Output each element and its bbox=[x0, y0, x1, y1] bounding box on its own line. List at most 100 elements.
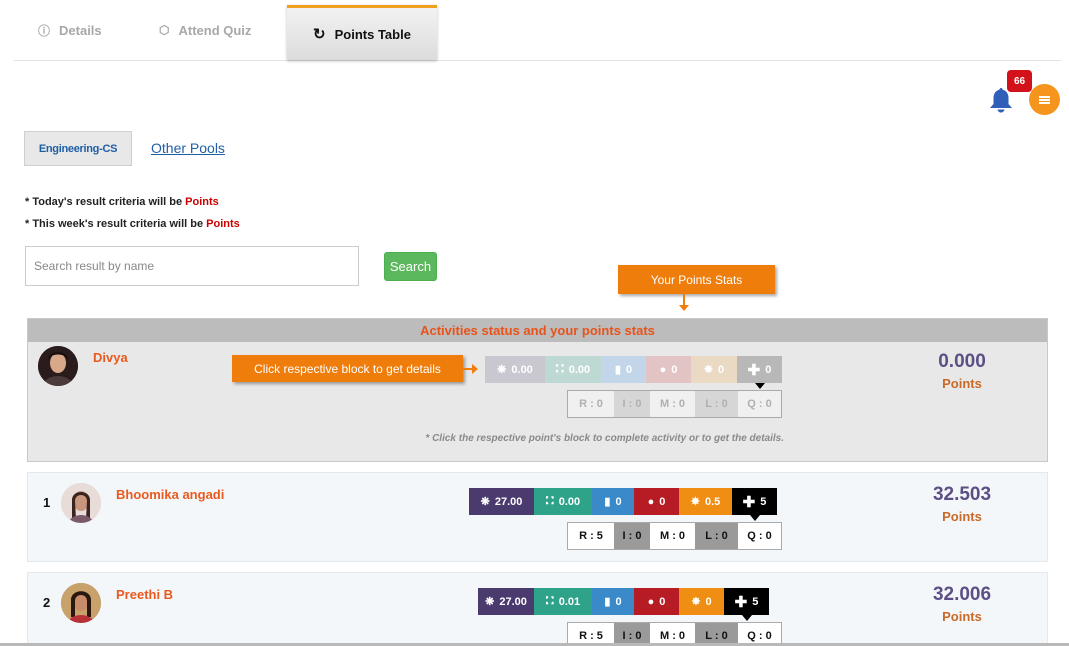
trophy-icon: ⛚ bbox=[545, 595, 554, 607]
today-criteria: * Today's result criteria will be Points bbox=[25, 196, 219, 208]
sub-m[interactable]: M : 0 bbox=[650, 391, 695, 417]
search-button[interactable]: Search bbox=[384, 252, 437, 281]
cube-icon: ❋ bbox=[485, 596, 495, 608]
plus-points-block[interactable]: ✚ 5 bbox=[724, 588, 769, 621]
panel-note: * Click the respective point's block to … bbox=[425, 433, 784, 444]
my-stat-blocks: ❋ 0.00 ⛚ 0.00 ▮ 0 ● 0 ✸ 0 ✚ 0 bbox=[485, 356, 782, 389]
sub-i[interactable]: I : 0 bbox=[614, 391, 650, 417]
quiz-points-block[interactable]: ❋ 27.00 bbox=[469, 488, 534, 515]
week-criteria-value: Points bbox=[206, 218, 240, 230]
tab-attend-quiz[interactable]: ⬡ Attend Quiz bbox=[159, 0, 251, 60]
menu-button[interactable] bbox=[1029, 84, 1060, 115]
other-pools-link[interactable]: Other Pools bbox=[151, 140, 225, 156]
bulb-points-block[interactable]: ✸ 0 bbox=[679, 588, 724, 615]
bulb-icon: ✸ bbox=[703, 364, 714, 376]
week-criteria: * This week's result criteria will be Po… bbox=[25, 218, 240, 230]
tab-points-table[interactable]: ↻ Points Table bbox=[287, 5, 437, 60]
click-block-callout: Click respective block to get details bbox=[232, 355, 463, 382]
plus-points-block[interactable]: ✚ 0 bbox=[737, 356, 782, 389]
user-name[interactable]: Preethi B bbox=[116, 587, 173, 602]
sub-r[interactable]: R : 5 bbox=[568, 523, 614, 549]
arrow-right-icon bbox=[463, 364, 478, 374]
trophy-points-block[interactable]: ⛚ 0.00 bbox=[534, 488, 592, 515]
chat-points-block[interactable]: ● 0 bbox=[634, 588, 679, 615]
book-points-block[interactable]: ▮ 0 bbox=[592, 588, 634, 615]
user-name[interactable]: Bhoomika angadi bbox=[116, 487, 224, 502]
quiz-points: 27.00 bbox=[494, 495, 523, 508]
pool-engineering-cs-button[interactable]: Engineering-CS bbox=[24, 131, 132, 166]
rank: 2 bbox=[43, 595, 51, 610]
quiz-points-block[interactable]: ❋ 0.00 bbox=[485, 356, 545, 383]
cube-icon: ⬡ bbox=[159, 23, 170, 37]
sub-m[interactable]: M : 0 bbox=[650, 523, 695, 549]
quiz-points-block[interactable]: ❋ 27.00 bbox=[478, 588, 534, 615]
sub-l[interactable]: L : 0 bbox=[695, 523, 738, 549]
trophy-points: 0.00 bbox=[568, 363, 591, 376]
today-criteria-value: Points bbox=[185, 196, 219, 208]
book-points: 0 bbox=[615, 495, 622, 508]
cube-icon: ❋ bbox=[497, 364, 507, 376]
search-input[interactable] bbox=[25, 246, 359, 286]
my-score: 0.000 Points bbox=[902, 351, 1022, 391]
tab-points-table-label: Points Table bbox=[334, 26, 411, 42]
sub-l[interactable]: L : 0 bbox=[695, 391, 738, 417]
avatar bbox=[61, 583, 101, 623]
trophy-points-block[interactable]: ⛚ 0.01 bbox=[534, 588, 592, 615]
plus-points: 5 bbox=[760, 495, 767, 508]
user-avatar-icon bbox=[38, 346, 78, 386]
chat-points: 0 bbox=[659, 495, 666, 508]
chat-points-block[interactable]: ● 0 bbox=[646, 356, 691, 383]
tab-details[interactable]: ⓘ Details bbox=[38, 0, 102, 60]
quiz-points: 0.00 bbox=[511, 363, 533, 376]
bulb-icon: ✸ bbox=[691, 596, 701, 608]
my-sub-blocks: R : 0 I : 0 M : 0 L : 0 Q : 0 bbox=[567, 390, 782, 418]
user-avatar-icon bbox=[61, 483, 101, 523]
arrow-down-icon bbox=[679, 294, 689, 311]
chat-points-block[interactable]: ● 0 bbox=[634, 488, 679, 515]
avatar bbox=[61, 483, 101, 523]
score-value: 0.000 bbox=[938, 351, 986, 372]
today-criteria-text: * Today's result criteria will be bbox=[25, 196, 186, 208]
info-icon: ⓘ bbox=[38, 23, 51, 38]
trophy-points-block[interactable]: ⛚ 0.00 bbox=[545, 356, 601, 383]
book-points: 0 bbox=[625, 363, 633, 376]
sub-r[interactable]: R : 0 bbox=[568, 391, 614, 417]
sub-i[interactable]: I : 0 bbox=[614, 523, 650, 549]
bulb-points-block[interactable]: ✸ 0 bbox=[691, 356, 737, 383]
book-points: 0 bbox=[615, 595, 622, 608]
plus-icon: ✚ bbox=[734, 593, 748, 611]
panel-header: Activities status and your points stats bbox=[28, 319, 1047, 342]
chat-points: 0 bbox=[659, 595, 666, 608]
book-icon: ▮ bbox=[604, 596, 611, 608]
cube-icon: ❋ bbox=[480, 496, 490, 508]
chat-icon: ● bbox=[659, 363, 667, 376]
chat-points: 0 bbox=[671, 363, 678, 376]
bulb-points: 0 bbox=[718, 363, 725, 376]
score-value: 32.503 bbox=[932, 484, 992, 505]
avatar bbox=[38, 346, 78, 386]
plus-icon: ✚ bbox=[742, 493, 756, 511]
row-stat-blocks: ❋ 27.00 ⛚ 0.00 ▮ 0 ● 0 ✸ 0.5 ✚ 5 bbox=[469, 488, 777, 521]
book-icon: ▮ bbox=[604, 496, 611, 508]
plus-icon: ✚ bbox=[747, 361, 761, 379]
chat-icon: ● bbox=[647, 595, 655, 608]
notification-badge: 66 bbox=[1007, 70, 1032, 92]
user-name[interactable]: Divya bbox=[93, 350, 128, 365]
sub-q[interactable]: Q : 0 bbox=[738, 391, 781, 417]
score-value: 32.006 bbox=[932, 584, 992, 605]
score-label: Points bbox=[942, 376, 982, 391]
tab-attend-quiz-label: Attend Quiz bbox=[178, 22, 252, 38]
row-sub-blocks: R : 5 I : 0 M : 0 L : 0 Q : 0 bbox=[567, 522, 782, 550]
book-icon: ▮ bbox=[614, 364, 621, 376]
sub-q[interactable]: Q : 0 bbox=[738, 523, 781, 549]
chat-icon: ● bbox=[647, 495, 655, 508]
bulb-points: 0.5 bbox=[704, 495, 721, 508]
your-points-stats-callout: Your Points Stats bbox=[618, 265, 775, 294]
book-points-block[interactable]: ▮ 0 bbox=[601, 356, 646, 383]
tab-bar: ⓘ Details ⬡ Attend Quiz ↻ Points Table bbox=[14, 0, 1061, 61]
bulb-points: 0 bbox=[705, 595, 712, 608]
plus-points-block[interactable]: ✚ 5 bbox=[732, 488, 777, 521]
book-points-block[interactable]: ▮ 0 bbox=[592, 488, 634, 515]
bulb-points-block[interactable]: ✸ 0.5 bbox=[679, 488, 732, 515]
quiz-points: 27.00 bbox=[499, 595, 527, 608]
